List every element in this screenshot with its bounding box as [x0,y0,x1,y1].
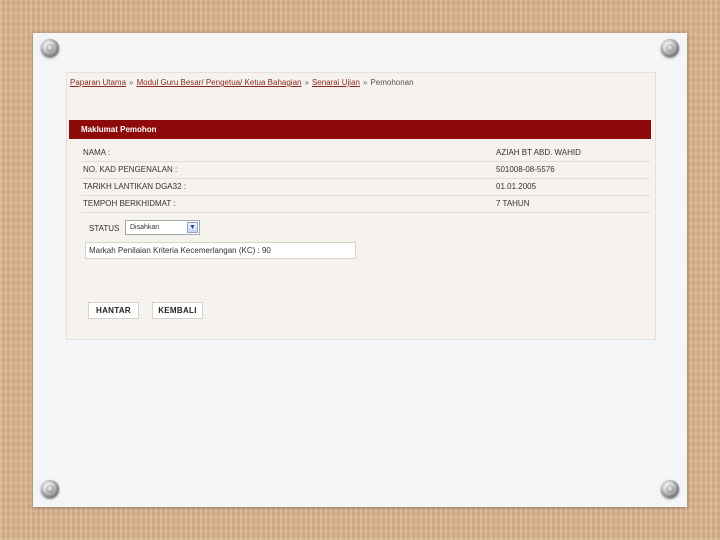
breadcrumb-link-list[interactable]: Senarai Ujian [312,78,360,87]
info-value: 01.01.2005 [496,182,537,191]
info-row-ic: NO. KAD PENGENALAN : 501008-08-5576 [81,161,650,179]
info-label: NAMA : [83,148,111,157]
info-value: AZIAH BT ABD. WAHID [496,148,581,157]
pushpin-icon [41,39,59,57]
info-label: NO. KAD PENGENALAN : [83,165,178,174]
breadcrumb-current: Pemohonan [370,78,414,87]
status-selected-value: Disahkan [130,224,160,231]
pushpin-icon [661,39,679,57]
breadcrumb-link-home[interactable]: Paparan Utama [70,78,126,87]
info-row-name: NAMA : AZIAH BT ABD. WAHID [81,144,650,162]
pushpin-icon [661,480,679,498]
info-value: 501008-08-5576 [496,165,555,174]
marks-label: Markah Penilaian Kriteria Kecemerlangan … [89,246,260,255]
info-row-appointment-date: TARIKH LANTIKAN DGA32 : 01.01.2005 [81,178,650,196]
marks-field[interactable]: Markah Penilaian Kriteria Kecemerlangan … [85,242,356,259]
info-value: 7 TAHUN [496,199,530,208]
panel-title: Maklumat Pemohon [69,120,651,139]
marks-value: 90 [261,246,271,255]
breadcrumb: Paparan Utama» Modul Guru Besar/ Pengetua… [70,78,414,87]
pushpin-icon [41,480,59,498]
application-screen: Paparan Utama» Modul Guru Besar/ Pengetua… [66,72,656,340]
status-select[interactable]: Disahkan ▼ [125,220,200,235]
info-label: TARIKH LANTIKAN DGA32 : [83,182,186,191]
chevron-down-icon[interactable]: ▼ [187,222,198,233]
breadcrumb-link-module[interactable]: Modul Guru Besar/ Pengetua/ Ketua Bahagi… [136,78,301,87]
info-row-service-period: TEMPOH BERKHIDMAT : 7 TAHUN [81,195,650,213]
back-button[interactable]: KEMBALI [152,302,203,319]
status-label: STATUS [89,224,120,233]
submit-button[interactable]: HANTAR [88,302,139,319]
info-label: TEMPOH BERKHIDMAT : [83,199,176,208]
